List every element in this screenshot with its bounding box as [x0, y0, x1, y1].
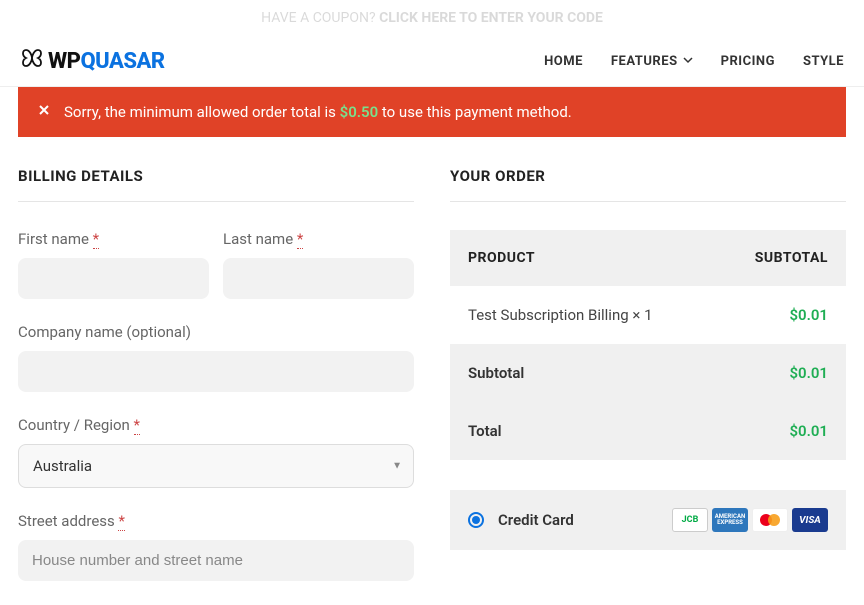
nav-features-label: FEATURES [611, 54, 678, 69]
mastercard-icon [752, 508, 788, 532]
nav-style[interactable]: STYLE [803, 54, 844, 69]
country-select[interactable]: Australia [18, 444, 414, 488]
order-total-value: $0.01 [789, 422, 828, 440]
street-label-text: Street address [18, 512, 118, 530]
last-name-label: Last name * [223, 230, 414, 248]
credit-card-radio[interactable] [468, 512, 484, 528]
company-label: Company name (optional) [18, 323, 414, 341]
nav-features[interactable]: FEATURES [611, 54, 693, 69]
error-prefix: Sorry, the minimum allowed order total i… [64, 103, 340, 121]
country-label-text: Country / Region [18, 416, 134, 434]
error-banner: Sorry, the minimum allowed order total i… [18, 87, 846, 137]
error-amount: $0.50 [340, 103, 379, 121]
order-subtotal-row: Subtotal $0.01 [450, 344, 846, 402]
error-message: Sorry, the minimum allowed order total i… [64, 103, 572, 121]
logo-text-quasar: QUASAR [80, 49, 164, 74]
first-name-label: First name * [18, 230, 209, 248]
order-head-subtotal: SUBTOTAL [755, 250, 828, 266]
card-logos: JCB AMERICAN EXPRESS VISA [672, 508, 828, 532]
coupon-bar: HAVE A COUPON? CLICK HERE TO ENTER YOUR … [0, 0, 864, 36]
order-section: YOUR ORDER PRODUCT SUBTOTAL Test Subscri… [450, 167, 846, 605]
nav-pricing[interactable]: PRICING [721, 54, 775, 69]
site-header: WPQUASAR HOME FEATURES PRICING STYLE [0, 36, 864, 87]
required-mark: * [134, 416, 140, 435]
order-total-label: Total [468, 422, 502, 440]
order-head-product: PRODUCT [468, 250, 535, 266]
nav-home[interactable]: HOME [544, 54, 583, 69]
last-name-field[interactable] [223, 258, 414, 299]
coupon-link[interactable]: CLICK HERE TO ENTER YOUR CODE [379, 10, 603, 26]
street-label: Street address * [18, 512, 414, 530]
logo-text-wp: WP [48, 49, 80, 74]
required-mark: * [297, 230, 303, 249]
country-label: Country / Region * [18, 416, 414, 434]
amex-icon: AMERICAN EXPRESS [712, 508, 748, 532]
error-suffix: to use this payment method. [378, 103, 572, 121]
payment-label: Credit Card [498, 511, 574, 529]
order-table: PRODUCT SUBTOTAL Test Subscription Billi… [450, 230, 846, 460]
order-item-name: Test Subscription Billing × 1 [468, 306, 653, 324]
street-address-field[interactable] [18, 540, 414, 581]
required-mark: * [93, 230, 99, 249]
jcb-icon: JCB [672, 508, 708, 532]
order-item-price: $0.01 [789, 306, 828, 324]
close-icon[interactable] [38, 104, 50, 120]
order-item-row: Test Subscription Billing × 1 $0.01 [450, 286, 846, 344]
chevron-down-icon [683, 54, 693, 69]
coupon-text: HAVE A COUPON? [261, 10, 379, 26]
order-table-head: PRODUCT SUBTOTAL [450, 230, 846, 286]
order-subtotal-label: Subtotal [468, 364, 524, 382]
required-mark: * [118, 512, 124, 531]
order-subtotal-value: $0.01 [789, 364, 828, 382]
billing-section: BILLING DETAILS First name * Last name *… [18, 167, 414, 605]
order-title: YOUR ORDER [450, 167, 846, 202]
payment-method-box: Credit Card JCB AMERICAN EXPRESS VISA [450, 490, 846, 550]
butterfly-icon [20, 48, 44, 74]
last-name-label-text: Last name [223, 230, 297, 248]
site-logo[interactable]: WPQUASAR [20, 48, 165, 74]
first-name-field[interactable] [18, 258, 209, 299]
first-name-label-text: First name [18, 230, 93, 248]
billing-title: BILLING DETAILS [18, 167, 414, 202]
order-total-row: Total $0.01 [450, 402, 846, 460]
radio-dot-icon [472, 516, 480, 524]
company-field[interactable] [18, 351, 414, 392]
main-nav: HOME FEATURES PRICING STYLE [544, 54, 844, 69]
visa-icon: VISA [792, 508, 828, 532]
